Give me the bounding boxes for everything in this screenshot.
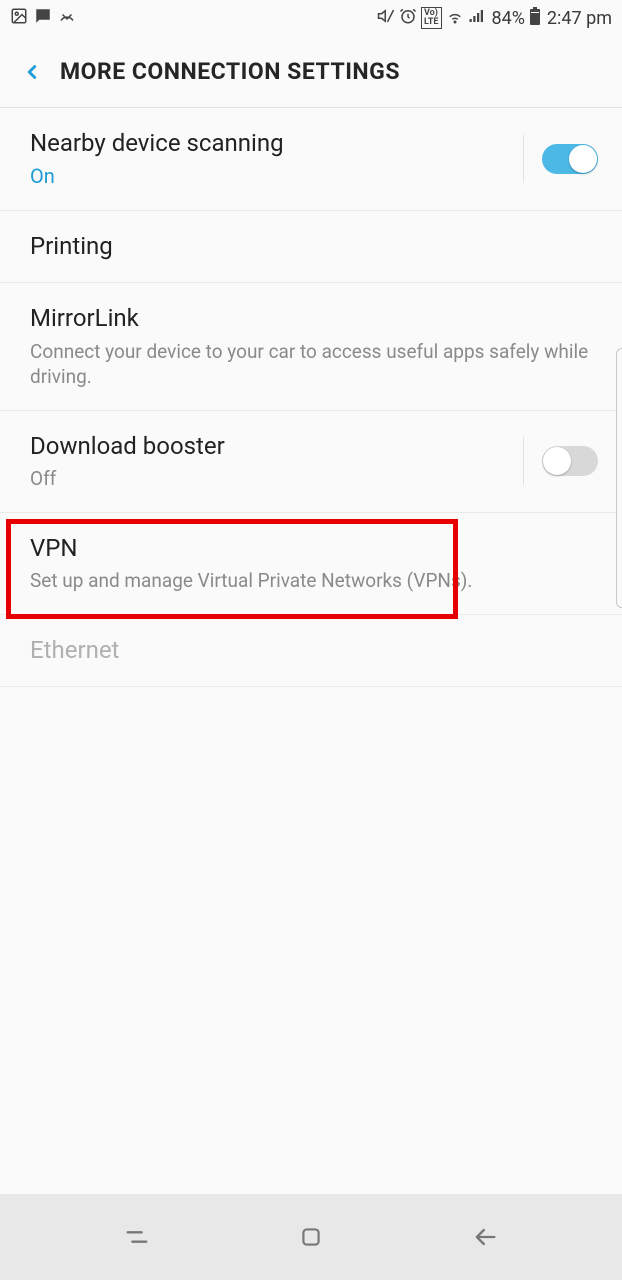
clock-text: 2:47 pm: [547, 8, 612, 29]
home-button[interactable]: [286, 1212, 336, 1262]
back-button[interactable]: [12, 52, 52, 92]
scroll-indicator: [616, 348, 622, 608]
page-title: MORE CONNECTION SETTINGS: [60, 58, 400, 85]
mirrorlink-row[interactable]: MirrorLink Connect your device to your c…: [0, 283, 622, 410]
toggle-divider: [523, 135, 598, 183]
back-arrow-icon: [471, 1223, 499, 1251]
row-subtitle: Connect your device to your car to acces…: [30, 339, 598, 390]
row-title: MirrorLink: [30, 303, 598, 334]
recents-button[interactable]: [112, 1212, 162, 1262]
battery-icon: [529, 7, 541, 30]
nearby-device-scanning-row[interactable]: Nearby device scanning On: [0, 108, 622, 211]
message-icon: [34, 7, 52, 30]
ethernet-row: Ethernet: [0, 615, 622, 687]
settings-list: Nearby device scanning On Printing Mirro…: [0, 108, 622, 687]
mute-vibrate-icon: [377, 7, 395, 30]
download-booster-toggle[interactable]: [542, 446, 598, 476]
row-title: Printing: [30, 231, 598, 262]
navigation-bar: [0, 1194, 622, 1280]
row-subtitle: Set up and manage Virtual Private Networ…: [30, 568, 598, 594]
wifi-icon: [446, 7, 464, 30]
row-title: Ethernet: [30, 635, 598, 666]
toggle-divider: [523, 437, 598, 485]
home-icon: [298, 1224, 324, 1250]
row-title: Nearby device scanning: [30, 128, 523, 159]
alarm-icon: [399, 7, 417, 30]
download-booster-row[interactable]: Download booster Off: [0, 411, 622, 513]
signal-icon: [468, 7, 486, 30]
row-title: Download booster: [30, 431, 523, 462]
missed-call-icon: [58, 7, 76, 30]
status-bar: Vo)LTE 84% 2:47 pm: [0, 0, 622, 36]
chevron-left-icon: [21, 61, 43, 83]
nearby-toggle[interactable]: [542, 144, 598, 174]
row-subtitle: Off: [30, 466, 523, 492]
printing-row[interactable]: Printing: [0, 211, 622, 283]
photo-icon: [10, 7, 28, 30]
nav-back-button[interactable]: [460, 1212, 510, 1262]
status-left-icons: [10, 7, 76, 30]
volte-icon: Vo)LTE: [421, 7, 442, 29]
row-title: VPN: [30, 533, 598, 564]
app-header: MORE CONNECTION SETTINGS: [0, 36, 622, 108]
vpn-row[interactable]: VPN Set up and manage Virtual Private Ne…: [0, 513, 622, 615]
battery-percent: 84%: [492, 8, 525, 29]
status-right-icons: Vo)LTE 84% 2:47 pm: [377, 7, 612, 30]
recents-icon: [123, 1223, 151, 1251]
row-subtitle: On: [30, 163, 523, 190]
